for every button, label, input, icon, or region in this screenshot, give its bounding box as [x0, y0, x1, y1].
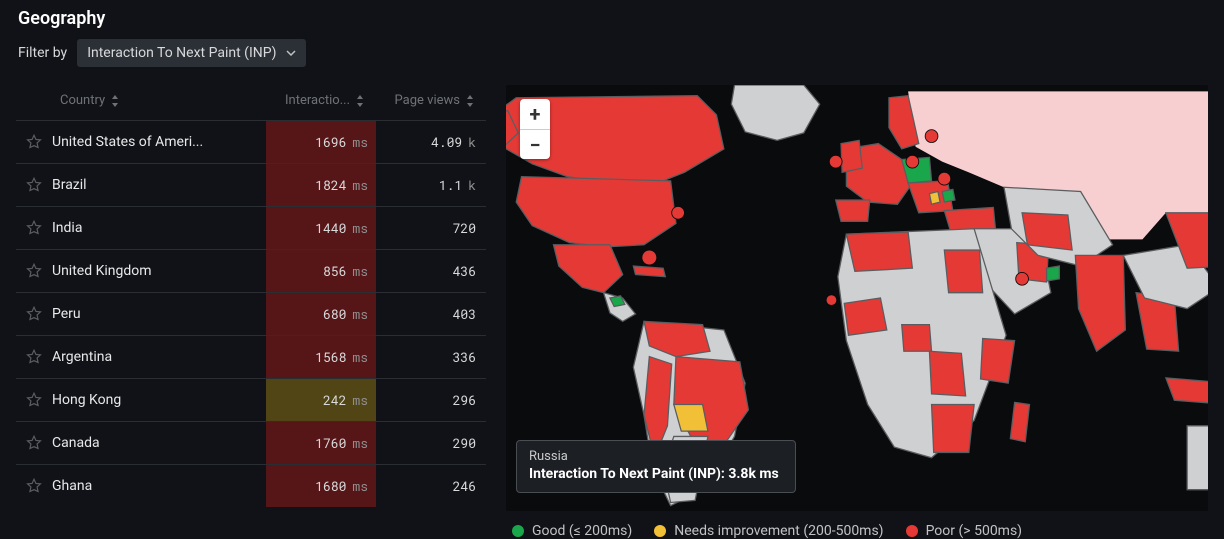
- col-metric-label: Interactio...: [285, 93, 350, 108]
- views-cell: 4.09k: [376, 133, 486, 151]
- views-cell: 246: [376, 477, 486, 495]
- filter-metric-select[interactable]: Interaction To Next Paint (INP): [77, 39, 306, 67]
- views-cell: 436: [376, 262, 486, 280]
- metric-cell: 1824ms: [266, 164, 376, 206]
- sort-icon: [111, 95, 121, 107]
- star-icon[interactable]: [16, 391, 52, 409]
- metric-cell: 1680ms: [266, 465, 376, 507]
- table-row[interactable]: United States of Ameri...1696ms4.09k: [16, 120, 486, 163]
- swatch-good-icon: [512, 525, 524, 537]
- table-row[interactable]: Ghana1680ms246: [16, 464, 486, 507]
- metric-cell: 1568ms: [266, 336, 376, 378]
- star-icon[interactable]: [16, 477, 52, 495]
- table-row[interactable]: Hong Kong242ms296: [16, 378, 486, 421]
- col-views[interactable]: Page views: [376, 93, 486, 108]
- map-zoom-controls: + −: [520, 99, 550, 159]
- swatch-poor-icon: [906, 525, 918, 537]
- filter-metric-selected: Interaction To Next Paint (INP): [87, 45, 276, 61]
- map-panel: + − Russia Interaction To Next Paint (IN…: [506, 85, 1208, 539]
- star-icon[interactable]: [16, 305, 52, 323]
- section-title: Geography: [18, 8, 1208, 29]
- country-name: Ghana: [52, 478, 266, 494]
- metric-cell: 1440ms: [266, 207, 376, 249]
- country-table: Country Interactio... Page views: [16, 85, 486, 539]
- star-icon[interactable]: [16, 434, 52, 452]
- legend-good-label: Good (≤ 200ms): [532, 523, 632, 539]
- legend-poor-label: Poor (> 500ms): [926, 523, 1023, 539]
- views-cell: 720: [376, 219, 486, 237]
- country-name: Peru: [52, 306, 266, 322]
- table-row[interactable]: Brazil1824ms1.1k: [16, 163, 486, 206]
- table-row[interactable]: India1440ms720: [16, 206, 486, 249]
- views-cell: 296: [376, 391, 486, 409]
- views-cell: 403: [376, 305, 486, 323]
- sort-icon: [466, 95, 476, 107]
- metric-cell: 856ms: [266, 250, 376, 292]
- country-name: Hong Kong: [52, 392, 266, 408]
- views-cell: 336: [376, 348, 486, 366]
- star-icon[interactable]: [16, 176, 52, 194]
- tooltip-country: Russia: [529, 449, 783, 464]
- map-legend: Good (≤ 200ms) Needs improvement (200-50…: [506, 511, 1208, 539]
- filter-row: Filter by Interaction To Next Paint (INP…: [18, 39, 1208, 67]
- legend-good[interactable]: Good (≤ 200ms): [512, 523, 632, 539]
- metric-cell: 242ms: [266, 379, 376, 421]
- country-name: Canada: [52, 435, 266, 451]
- zoom-in-button[interactable]: +: [520, 99, 550, 129]
- col-country-label: Country: [60, 93, 105, 108]
- views-cell: 1.1k: [376, 176, 486, 194]
- star-icon[interactable]: [16, 262, 52, 280]
- table-row[interactable]: Argentina1568ms336: [16, 335, 486, 378]
- country-name: India: [52, 220, 266, 236]
- col-metric[interactable]: Interactio...: [266, 93, 376, 108]
- col-country[interactable]: Country: [52, 93, 266, 108]
- views-cell: 290: [376, 434, 486, 452]
- col-views-label: Page views: [395, 93, 460, 108]
- country-name: United States of Ameri...: [52, 134, 266, 150]
- metric-cell: 1696ms: [266, 121, 376, 163]
- sort-icon: [356, 95, 366, 107]
- map[interactable]: + − Russia Interaction To Next Paint (IN…: [506, 85, 1208, 511]
- country-name: Brazil: [52, 177, 266, 193]
- metric-cell: 680ms: [266, 293, 376, 335]
- tooltip-metric: Interaction To Next Paint (INP): 3.8k ms: [529, 466, 783, 482]
- table-header: Country Interactio... Page views: [16, 85, 486, 120]
- chevron-down-icon: [286, 48, 296, 58]
- filter-label: Filter by: [18, 45, 67, 61]
- map-tooltip: Russia Interaction To Next Paint (INP): …: [516, 440, 796, 493]
- star-icon[interactable]: [16, 133, 52, 151]
- country-name: Argentina: [52, 349, 266, 365]
- metric-cell: 1760ms: [266, 422, 376, 464]
- country-name: United Kingdom: [52, 263, 266, 279]
- star-icon[interactable]: [16, 219, 52, 237]
- table-row[interactable]: Canada1760ms290: [16, 421, 486, 464]
- legend-warn-label: Needs improvement (200-500ms): [674, 523, 883, 539]
- star-icon[interactable]: [16, 348, 52, 366]
- legend-poor[interactable]: Poor (> 500ms): [906, 523, 1023, 539]
- table-row[interactable]: United Kingdom856ms436: [16, 249, 486, 292]
- legend-warn[interactable]: Needs improvement (200-500ms): [654, 523, 883, 539]
- zoom-out-button[interactable]: −: [520, 129, 550, 159]
- swatch-warn-icon: [654, 525, 666, 537]
- table-row[interactable]: Peru680ms403: [16, 292, 486, 335]
